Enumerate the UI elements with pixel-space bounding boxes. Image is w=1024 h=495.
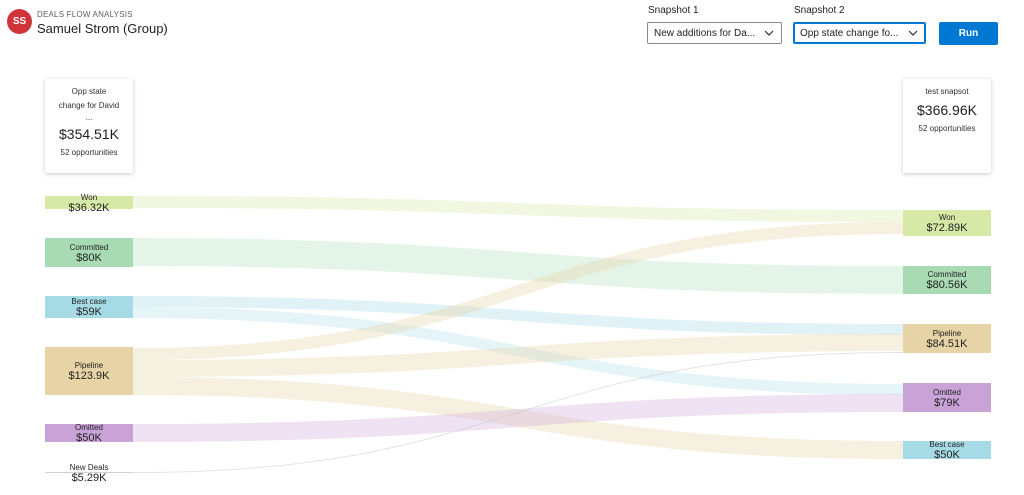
left-snapshot-card: Opp state change for David ... $354.51K … [45,79,133,173]
deals-flow-sankey [45,196,991,473]
node-value: $80.56K [926,279,968,291]
right-node-label: Pipeline $84.51K [903,328,991,350]
right-card-amount: $366.96K [917,102,977,118]
node-value: $5.29K [71,471,107,484]
left-node-label: New Deals $5.29K [45,462,133,484]
node-value: $36.32K [68,201,110,214]
avatar[interactable]: SS [7,9,32,34]
snapshot1-value: New additions for Da... [654,27,756,39]
node-value: $123.9K [68,370,110,382]
node-name: Pipeline [932,328,962,338]
left-card-count: 52 opportunities [60,148,118,157]
right-card-count: 52 opportunities [918,124,976,133]
node-value: $84.51K [926,337,968,350]
left-node-label: Best case $59K [45,296,133,318]
left-node-label: Won $36.32K [45,192,133,214]
run-button[interactable]: Run [939,22,998,45]
node-value: $80K [76,251,102,264]
left-card-title-line2: change for David [58,101,120,110]
node-name: Won [80,192,98,202]
node-name: Committed [69,242,109,252]
left-node-label: Committed $80K [45,242,133,264]
chevron-down-icon [763,27,775,39]
flow-link[interactable] [133,196,903,222]
snapshot2-label: Snapshot 2 [794,5,845,16]
snapshot1-select[interactable]: New additions for Da... [647,22,782,44]
right-node-label: Omitted $79K [903,387,991,409]
left-card-title-line1: Opp state [71,87,107,96]
owner-name: Samuel Strom (Group) [37,21,168,36]
right-node-label: Won $72.89K [903,212,991,234]
flow-link[interactable] [133,394,903,442]
snapshot1-label: Snapshot 1 [648,5,699,16]
right-node-label: Committed $80.56K [903,269,991,291]
right-snapshot-card: test snapsot $366.96K 52 opportunities [903,79,991,173]
flow-links [133,196,903,473]
node-value: $50K [76,432,102,444]
chevron-down-icon [907,27,919,39]
node-name: Omitted [932,387,961,397]
left-node-label: Omitted $50K [45,422,133,444]
snapshot2-value: Opp state change fo... [800,27,899,39]
node-value: $79K [934,396,960,409]
node-value: $59K [76,306,102,318]
left-card-title-line3: ... [85,113,93,122]
app-title: DEALS FLOW ANALYSIS [37,10,133,19]
node-value: $50K [934,449,960,461]
node-value: $72.89K [926,222,968,234]
left-node-label: Pipeline $123.9K [45,360,133,382]
left-card-amount: $354.51K [59,126,119,142]
right-card-title: test snapsot [925,87,969,96]
snapshot2-select[interactable]: Opp state change fo... [793,22,926,44]
right-node-label: Best case $50K [903,439,991,461]
node-name: New Deals [69,462,109,472]
